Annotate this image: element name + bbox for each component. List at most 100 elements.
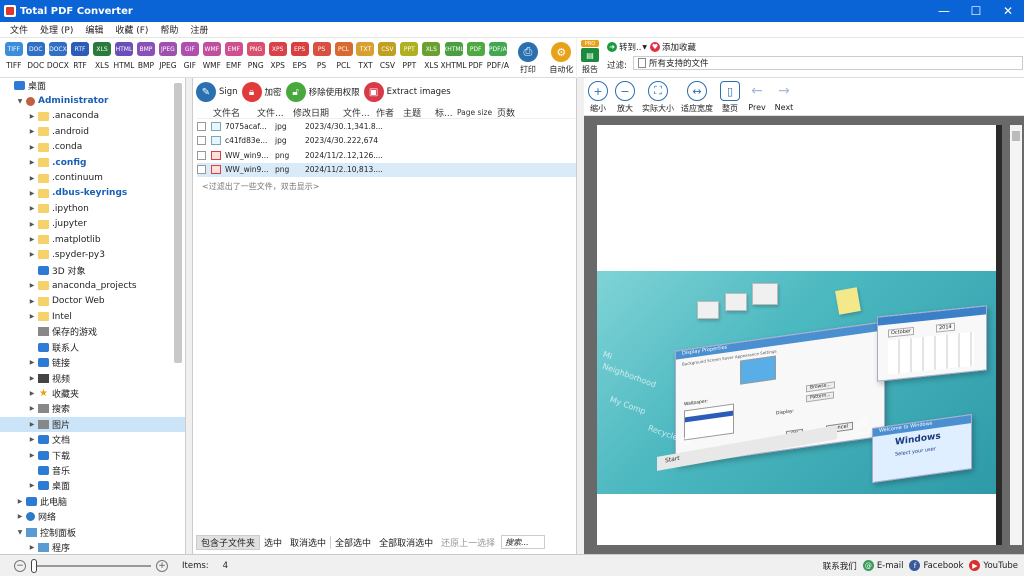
column-author[interactable]: 作者 [376, 106, 403, 119]
check-all-button[interactable]: 全部选中 [330, 535, 375, 549]
format-button-eps[interactable]: EPS EPS [289, 42, 311, 70]
column-page-size[interactable]: Page size [457, 108, 497, 117]
chevron-down-icon[interactable]: ▼ [16, 98, 24, 105]
chevron-right-icon[interactable]: ▶ [16, 513, 24, 520]
tree-item[interactable]: ▶ 图片 [0, 416, 185, 432]
tree-item[interactable]: ▶ 文档 [0, 432, 185, 447]
preview-scrollbar[interactable] [1010, 125, 1022, 545]
tree-item[interactable]: ▶ anaconda_projects [0, 278, 185, 293]
chevron-right-icon[interactable]: ▶ [28, 221, 36, 228]
zoom-slider-knob[interactable] [31, 558, 37, 573]
menu-file[interactable]: 文件 [4, 23, 34, 36]
tree-item[interactable]: ▶ .ipython [0, 201, 185, 216]
format-button-pcl[interactable]: PCL PCL [333, 42, 355, 70]
restore-selection-button[interactable]: 还原上一选择 [437, 536, 499, 549]
tree-item[interactable]: ▶ .conda [0, 140, 185, 155]
youtube-link[interactable]: ▶ YouTube [969, 560, 1018, 571]
menu-process[interactable]: 处理 (P) [34, 23, 79, 36]
format-button-txt[interactable]: TXT TXT [355, 42, 377, 70]
menu-help[interactable]: 帮助 [154, 23, 184, 36]
column-pages[interactable]: 页数 [497, 106, 521, 119]
format-button-gif[interactable]: GIF GIF [179, 42, 201, 70]
tree-item[interactable]: ▶ Doctor Web [0, 293, 185, 308]
remove-permissions-button[interactable]: 🔓︎ 移除使用权限 [285, 82, 360, 102]
file-checkbox[interactable] [197, 150, 206, 160]
maximize-button[interactable]: ☐ [960, 0, 992, 22]
whole-page-button[interactable]: ▯ 整页 [720, 81, 740, 114]
actual-size-button[interactable]: ⛶ 实际大小 [642, 81, 674, 114]
tree-item[interactable]: ▶ .android [0, 124, 185, 139]
zoom-out-icon[interactable]: − [14, 559, 26, 572]
file-row[interactable]: WW_win9... png 2024/11/2... 10,813.... [197, 162, 576, 177]
column-filetype[interactable]: 文件... [257, 106, 293, 119]
chevron-right-icon[interactable]: ▶ [28, 159, 36, 166]
format-button-pdf-a[interactable]: PDF/A PDF/A [487, 42, 509, 70]
file-checkbox[interactable] [197, 165, 206, 175]
format-button-doc[interactable]: DOC DOC [25, 42, 47, 70]
format-button-rtf[interactable]: RTF RTF [69, 42, 91, 70]
format-button-jpeg[interactable]: JPEG JPEG [157, 42, 179, 70]
extract-images-button[interactable]: ▣ Extract images [363, 82, 451, 102]
chevron-right-icon[interactable]: ▶ [28, 282, 36, 289]
tree-item[interactable]: ▶ 下载 [0, 447, 185, 462]
format-button-csv[interactable]: CSV CSV [377, 42, 399, 70]
zoom-in-button[interactable]: + 缩小 [588, 81, 608, 114]
tree-item[interactable]: 音乐 [0, 463, 185, 478]
chevron-right-icon[interactable]: ▶ [28, 482, 36, 489]
chevron-down-icon[interactable]: ▼ [16, 529, 24, 536]
format-button-emf[interactable]: EMF EMF [223, 42, 245, 70]
format-button-png[interactable]: PNG PNG [245, 42, 267, 70]
next-button[interactable]: → Next [774, 81, 794, 112]
uncheck-button[interactable]: 取消选中 [286, 536, 330, 549]
format-button-ppt[interactable]: PPT PPT [399, 42, 421, 70]
tree-item[interactable]: ▶ .matplotlib [0, 232, 185, 247]
tree-item[interactable]: ▶ 此电脑 [0, 494, 185, 509]
tree-item[interactable]: ▶ .spyder-py3 [0, 247, 185, 262]
chevron-right-icon[interactable]: ▶ [28, 113, 36, 120]
chevron-right-icon[interactable]: ▶ [28, 390, 36, 397]
tree-item[interactable]: ▶ .continuum [0, 170, 185, 185]
chevron-right-icon[interactable]: ▶ [28, 298, 36, 305]
zoom-in-icon[interactable]: + [156, 559, 168, 572]
search-input[interactable]: 搜索... [501, 535, 546, 549]
tree-item[interactable]: ▶ .dbus-keyrings [0, 186, 185, 201]
format-button-xls[interactable]: XLS XLS [91, 42, 113, 70]
report-button[interactable]: PRO ▤ 报告 [580, 40, 600, 75]
format-button-html[interactable]: HTML HTML [113, 42, 135, 70]
file-checkbox[interactable] [197, 136, 206, 146]
file-checkbox[interactable] [197, 121, 206, 131]
fit-width-button[interactable]: ↔ 适应宽度 [681, 81, 713, 114]
column-filename[interactable]: 文件名 [197, 106, 257, 119]
menu-edit[interactable]: 编辑 [79, 23, 109, 36]
format-button-docx[interactable]: DOCX DOCX [47, 42, 69, 70]
uncheck-all-button[interactable]: 全部取消选中 [375, 536, 437, 549]
chevron-right-icon[interactable]: ▶ [28, 405, 36, 412]
tree-item[interactable]: ▼ Administrator [0, 93, 185, 108]
format-button-wmf[interactable]: WMF WMF [201, 42, 223, 70]
tree-item[interactable]: ▶ 链接 [0, 355, 185, 370]
tree-item[interactable]: 保存的游戏 [0, 324, 185, 339]
zoom-slider[interactable] [31, 558, 151, 573]
tree-item[interactable]: 桌面 [0, 78, 185, 93]
file-row[interactable]: 7075acaf... jpg 2023/4/30... 1,341.8... [197, 119, 576, 134]
chevron-right-icon[interactable]: ▶ [28, 544, 36, 551]
filter-dropdown[interactable]: 所有支持的文件 [633, 56, 1023, 70]
include-subfolders-button[interactable]: 包含子文件夹 [196, 534, 261, 550]
tree-item[interactable]: ▶ Intel [0, 309, 185, 324]
minimize-button[interactable]: — [928, 0, 960, 22]
format-button-xhtml[interactable]: XHTML XHTML [441, 42, 467, 70]
chevron-right-icon[interactable]: ▶ [28, 128, 36, 135]
automate-button[interactable]: ⚙ 自动化 [547, 42, 576, 75]
chevron-right-icon[interactable]: ▶ [28, 190, 36, 197]
chevron-right-icon[interactable]: ▶ [28, 175, 36, 182]
format-button-bmp[interactable]: BMP BMP [135, 42, 157, 70]
check-button[interactable]: 选中 [260, 536, 286, 549]
chevron-right-icon[interactable]: ▶ [28, 421, 36, 428]
format-button-tiff[interactable]: TIFF TIFF [3, 42, 25, 70]
tree-item[interactable]: 联系人 [0, 340, 185, 355]
add-favorites-button[interactable]: ♥ 添加收藏 [650, 41, 696, 53]
print-button[interactable]: ⎙ 打印 [513, 42, 542, 75]
file-row[interactable]: WW_win9... png 2024/11/2... 12,126.... [197, 148, 576, 163]
sign-button[interactable]: ✎ Sign [196, 82, 238, 102]
menu-favorites[interactable]: 收藏 (F) [109, 23, 154, 36]
